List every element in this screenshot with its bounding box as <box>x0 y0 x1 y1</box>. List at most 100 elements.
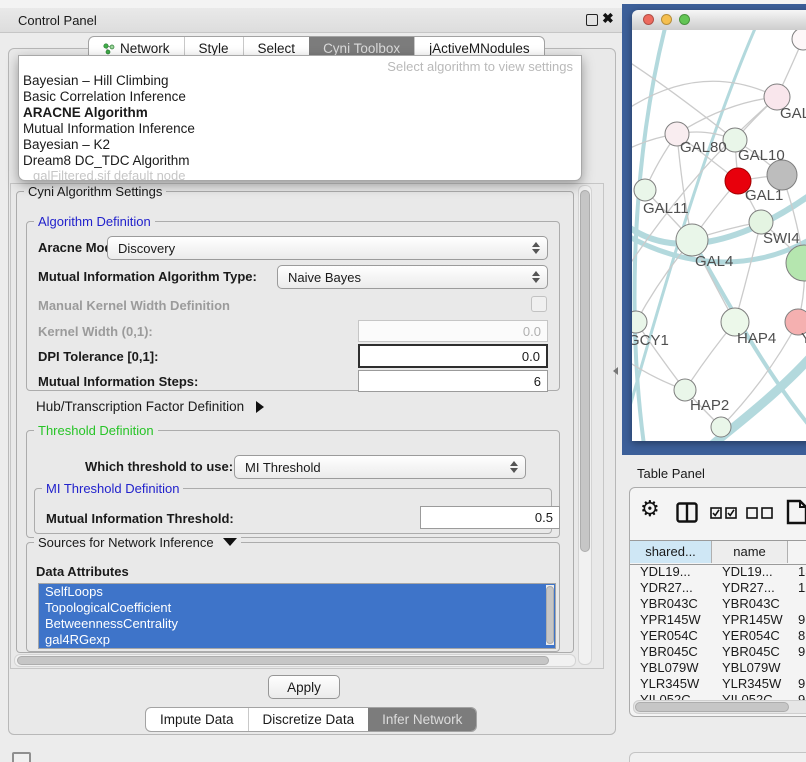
table-cell: YPR145W <box>712 612 788 628</box>
which-threshold-select[interactable]: MI Threshold <box>234 455 526 479</box>
table-row[interactable]: YDL19...YDL19...13 <box>630 564 806 580</box>
manual-kernel-checkbox[interactable] <box>531 296 547 312</box>
attribute-list-item[interactable]: gal4RGexp <box>39 632 555 648</box>
table-cell: YIL052C <box>712 692 788 700</box>
network-edge[interactable] <box>735 222 761 322</box>
table-cell: YBL079W <box>712 660 788 676</box>
network-node-label: GAL1 <box>745 187 783 204</box>
checked-boxes-icon[interactable] <box>710 507 738 519</box>
aracne-mode-select[interactable]: Discovery <box>107 236 548 260</box>
screen: Control Panel ✖ Network Style Select Cyn… <box>0 0 806 762</box>
window-zoom-button[interactable] <box>679 14 690 25</box>
document-icon[interactable] <box>786 499 806 525</box>
bottom-panel-strip <box>629 752 806 762</box>
window-minimize-button[interactable] <box>661 14 672 25</box>
hub-definition-label: Hub/Transcription Factor Definition <box>36 399 244 414</box>
table-row[interactable]: YDR27...YDR27...12 <box>630 580 806 596</box>
float-window-icon[interactable] <box>586 14 598 26</box>
network-node[interactable] <box>792 30 806 50</box>
dropdown-item[interactable]: Basic Correlation Inference <box>19 89 581 105</box>
table-cell: YLR345W <box>630 676 712 692</box>
dropdown-ghost-text: galFiltered.sif default node <box>19 169 581 180</box>
table-header-row: shared...name <box>630 540 806 565</box>
gear-icon[interactable]: ⚙ <box>640 496 660 522</box>
mi-steps-input[interactable]: 6 <box>358 370 548 392</box>
table-row[interactable]: YBR045CYBR045C9. <box>630 644 806 660</box>
network-canvas[interactable]: GALGAL80GAL10GAL1GAL11SWI4GAL4GCY1HAP4YH… <box>632 30 806 441</box>
attribute-list-item[interactable]: TopologicalCoefficient <box>39 600 555 616</box>
algorithm-definition-title: Algorithm Definition <box>34 214 155 229</box>
table-panel-title: Table Panel <box>637 466 705 481</box>
dropdown-item[interactable]: Bayesian – K2 <box>19 137 581 153</box>
collapse-panel-button[interactable] <box>12 752 31 762</box>
tab-infer-network[interactable]: Infer Network <box>368 708 476 731</box>
table-cell: YER054C <box>630 628 712 644</box>
columns-icon[interactable] <box>676 502 698 523</box>
network-node-gal4[interactable] <box>676 224 708 256</box>
network-node-label: GAL11 <box>643 200 689 217</box>
dropdown-item[interactable]: Dream8 DC_TDC Algorithm <box>19 153 581 169</box>
table-cell: 9. <box>788 692 806 700</box>
table-cell: YPR145W <box>630 612 712 628</box>
table-row[interactable]: YLR345WYLR345W9. <box>630 676 806 692</box>
settings-horizontal-scrollbar[interactable] <box>14 654 576 667</box>
network-node-label: GCY1 <box>632 332 669 349</box>
unchecked-boxes-icon[interactable] <box>746 507 774 519</box>
dropdown-item[interactable]: Mutual Information Inference <box>19 121 581 137</box>
table-row[interactable]: YER054CYER054C8. <box>630 628 806 644</box>
table-panel: ⚙ shared...name YDL19...YDL19.. <box>629 487 806 717</box>
close-icon[interactable]: ✖ <box>602 10 614 27</box>
dpi-tolerance-value: 0.0 <box>522 349 540 364</box>
network-node[interactable] <box>767 160 797 190</box>
mi-type-select[interactable]: Naive Bayes <box>277 265 548 289</box>
table-cell: 12 <box>788 580 806 596</box>
network-node-label: GAL80 <box>680 139 727 156</box>
dpi-tolerance-input[interactable]: 0.0 <box>358 344 548 368</box>
hub-definition-expander[interactable]: Hub/Transcription Factor Definition <box>36 399 264 414</box>
apply-button[interactable]: Apply <box>268 675 340 699</box>
manual-kernel-label: Manual Kernel Width Definition <box>38 298 230 313</box>
network-view-window: GALGAL80GAL10GAL1GAL11SWI4GAL4GCY1HAP4YH… <box>632 10 806 441</box>
network-node-label: GAL4 <box>695 253 733 270</box>
table-cell: YDL19... <box>712 564 788 580</box>
cyni-bottom-tabs: Impute Data Discretize Data Infer Networ… <box>145 707 477 732</box>
table-horizontal-scrollbar[interactable] <box>633 700 806 714</box>
table-cell: YDL19... <box>630 564 712 580</box>
network-window-titlebar[interactable] <box>632 10 806 31</box>
window-close-button[interactable] <box>643 14 654 25</box>
table-row[interactable]: YBR043CYBR043C <box>630 596 806 612</box>
table-cell: YBR043C <box>630 596 712 612</box>
table-row[interactable]: YPR145WYPR145W9. <box>630 612 806 628</box>
table-cell: YBR045C <box>712 644 788 660</box>
attribute-list-item[interactable]: BetweennessCentrality <box>39 616 555 632</box>
network-node[interactable] <box>711 417 731 437</box>
mi-threshold-input[interactable]: 0.5 <box>420 506 560 529</box>
attribute-list-item[interactable]: SelfLoops <box>39 584 555 600</box>
dropdown-item[interactable]: Bayesian – Hill Climbing <box>19 73 581 89</box>
sources-title[interactable]: Sources for Network Inference <box>34 535 241 550</box>
table-column-header[interactable]: name <box>712 541 788 563</box>
algorithm-dropdown-list: Bayesian – Hill ClimbingBasic Correlatio… <box>19 73 581 169</box>
settings-vertical-scrollbar[interactable] <box>578 185 592 665</box>
stepper-icon <box>510 461 518 473</box>
list-scrollbar[interactable] <box>546 585 554 645</box>
network-node-gcy1[interactable] <box>632 311 647 333</box>
kernel-width-input[interactable]: 0.0 <box>358 320 548 342</box>
tab-impute-data[interactable]: Impute Data <box>146 708 248 731</box>
mi-threshold-label: Mutual Information Threshold: <box>46 511 234 526</box>
table-row[interactable]: YBL079WYBL079W <box>630 660 806 676</box>
mi-steps-value: 6 <box>534 374 541 389</box>
table-column-header[interactable]: shared... <box>630 541 712 563</box>
data-attributes-list[interactable]: SelfLoopsTopologicalCoefficientBetweenne… <box>38 583 556 649</box>
dropdown-item[interactable]: ARACNE Algorithm <box>19 105 581 121</box>
network-node-label: GAL <box>780 105 806 122</box>
panel-divider-grip[interactable] <box>613 367 618 375</box>
table-row[interactable]: YIL052CYIL052C9. <box>630 692 806 700</box>
network-node-label: GAL10 <box>738 147 785 164</box>
table-cell: YBR045C <box>630 644 712 660</box>
table-cell: YDR27... <box>630 580 712 596</box>
network-node-gal11[interactable] <box>634 179 656 201</box>
mi-steps-label: Mutual Information Steps: <box>38 374 198 389</box>
tab-discretize-data[interactable]: Discretize Data <box>248 708 369 731</box>
dropdown-prompt: Select algorithm to view settings <box>19 56 581 73</box>
